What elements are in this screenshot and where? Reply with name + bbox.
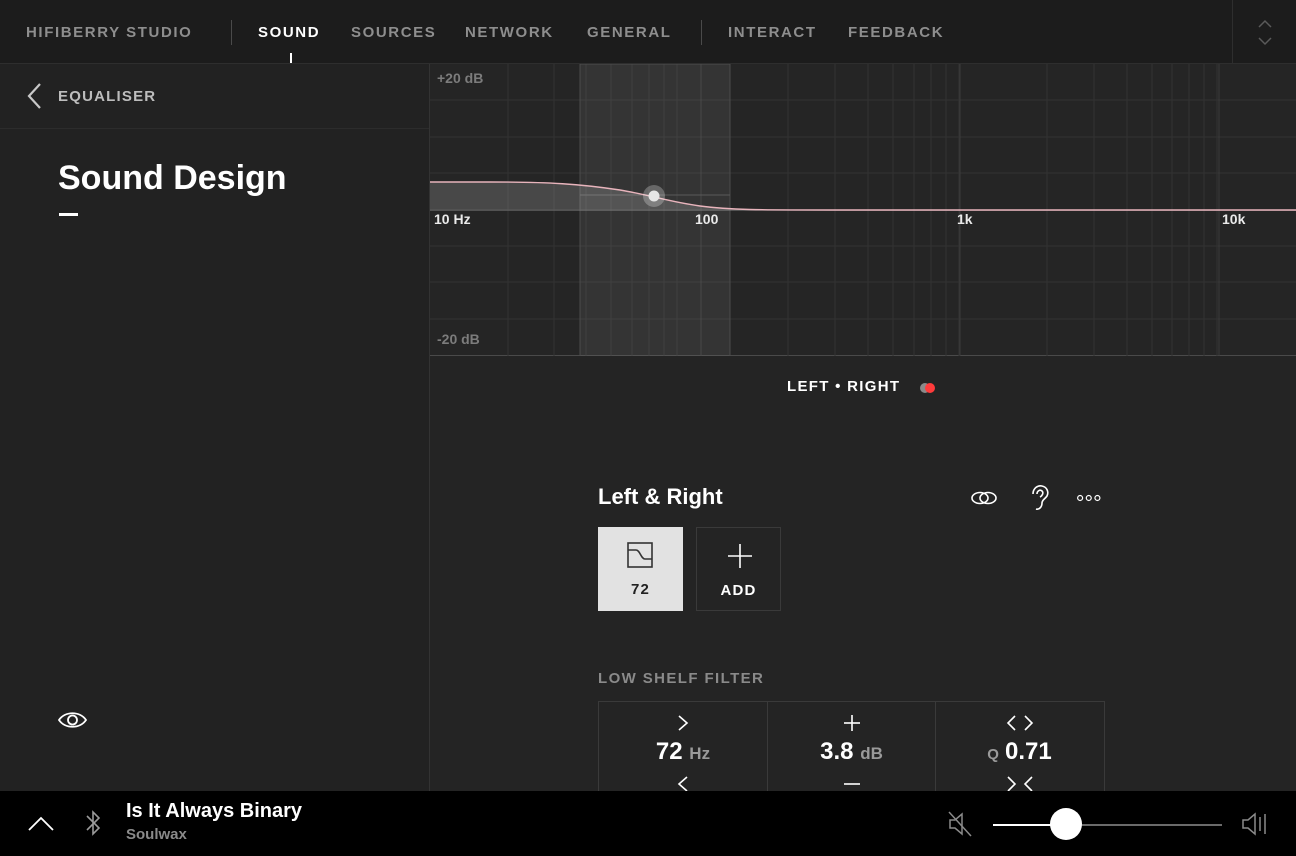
tab-general[interactable]: GENERAL bbox=[587, 24, 672, 41]
frequency-value: 72 bbox=[655, 738, 683, 765]
q-control[interactable]: Q 0.71 bbox=[935, 702, 1103, 797]
sidebar: EQUALISER Sound Design bbox=[0, 64, 430, 791]
right-channel-dot bbox=[925, 383, 935, 393]
gain-value: 3.8 bbox=[820, 738, 854, 765]
tab-sources[interactable]: SOURCES bbox=[351, 24, 436, 41]
top-navigation: HIFIBERRY STUDIO SOUND SOURCES NETWORK G… bbox=[0, 0, 1296, 64]
channel-mode-indicator[interactable] bbox=[920, 383, 940, 393]
bluetooth-icon[interactable] bbox=[84, 808, 102, 838]
low-shelf-icon bbox=[627, 542, 653, 568]
channel-mode-label[interactable]: LEFT • RIGHT bbox=[787, 378, 900, 395]
nav-divider bbox=[231, 20, 232, 45]
volume-knob[interactable] bbox=[1050, 808, 1083, 840]
freq-label-10k: 10k bbox=[1222, 211, 1246, 227]
freq-label-1k: 1k bbox=[957, 211, 973, 227]
frequency-unit: Hz bbox=[689, 744, 711, 763]
gain-control[interactable]: 3.8 dB bbox=[767, 702, 935, 797]
brand-label[interactable]: HIFIBERRY STUDIO bbox=[26, 24, 192, 41]
link-icon[interactable] bbox=[970, 484, 998, 512]
nav-divider bbox=[701, 20, 702, 45]
db-min-label: -20 dB bbox=[437, 331, 480, 347]
chevron-right-icon[interactable] bbox=[676, 714, 690, 732]
player-bar: Is It Always Binary Soulwax bbox=[0, 791, 1296, 856]
q-value-display: Q 0.71 bbox=[936, 738, 1103, 766]
track-title: Is It Always Binary bbox=[126, 800, 302, 822]
eye-icon[interactable] bbox=[57, 709, 88, 731]
widen-icon[interactable] bbox=[1005, 714, 1035, 732]
q-prefix: Q bbox=[987, 746, 999, 763]
filter-type-label: LOW SHELF FILTER bbox=[598, 670, 765, 687]
tab-interact[interactable]: INTERACT bbox=[728, 24, 817, 41]
chevron-updown-icon bbox=[1258, 19, 1272, 46]
mute-icon[interactable] bbox=[946, 809, 974, 839]
channel-title: Left & Right bbox=[598, 484, 723, 509]
tab-network[interactable]: NETWORK bbox=[465, 24, 554, 41]
plus-icon bbox=[728, 544, 752, 568]
plus-icon[interactable] bbox=[843, 714, 861, 732]
track-artist: Soulwax bbox=[126, 826, 187, 843]
tab-feedback[interactable]: FEEDBACK bbox=[848, 24, 944, 41]
chevron-left-icon bbox=[27, 83, 41, 109]
title-underline bbox=[59, 213, 78, 216]
add-filter-button[interactable]: ADD bbox=[696, 527, 781, 611]
chevron-up-icon[interactable] bbox=[27, 815, 55, 833]
volume-max-icon[interactable] bbox=[1240, 809, 1270, 839]
ear-icon[interactable] bbox=[1025, 484, 1053, 512]
eq-curve-fill bbox=[430, 182, 1296, 211]
expand-collapse-button[interactable] bbox=[1232, 0, 1296, 64]
filter-parameters: 72 Hz 3.8 dB Q 0.71 bbox=[598, 701, 1105, 797]
gain-unit: dB bbox=[860, 744, 883, 763]
eq-graph[interactable]: +20 dB -20 dB 10 Hz 100 1k 10k bbox=[430, 64, 1296, 356]
back-label: EQUALISER bbox=[58, 88, 157, 105]
add-filter-label: ADD bbox=[720, 582, 757, 599]
db-max-label: +20 dB bbox=[437, 70, 484, 86]
q-value: 0.71 bbox=[1004, 738, 1052, 765]
back-button[interactable]: EQUALISER bbox=[0, 64, 429, 129]
eq-grid bbox=[430, 64, 1296, 356]
filter-panel: LEFT • RIGHT Left & Right 72 ADD LOW SHE… bbox=[430, 356, 1296, 797]
filter-handle bbox=[648, 190, 660, 202]
active-tab-indicator bbox=[290, 53, 292, 63]
filter-tile-label: 72 bbox=[630, 581, 651, 598]
more-icon[interactable] bbox=[1076, 484, 1104, 512]
gain-value-display: 3.8 dB bbox=[768, 738, 935, 766]
frequency-value-display: 72 Hz bbox=[599, 738, 767, 766]
volume-slider[interactable] bbox=[993, 808, 1222, 840]
filter-tile[interactable]: 72 bbox=[598, 527, 683, 611]
tab-sound[interactable]: SOUND bbox=[258, 24, 320, 41]
page-title: Sound Design bbox=[58, 159, 287, 197]
frequency-control[interactable]: 72 Hz bbox=[599, 702, 767, 797]
freq-label-100: 100 bbox=[695, 211, 719, 227]
freq-label-10hz: 10 Hz bbox=[434, 211, 471, 227]
